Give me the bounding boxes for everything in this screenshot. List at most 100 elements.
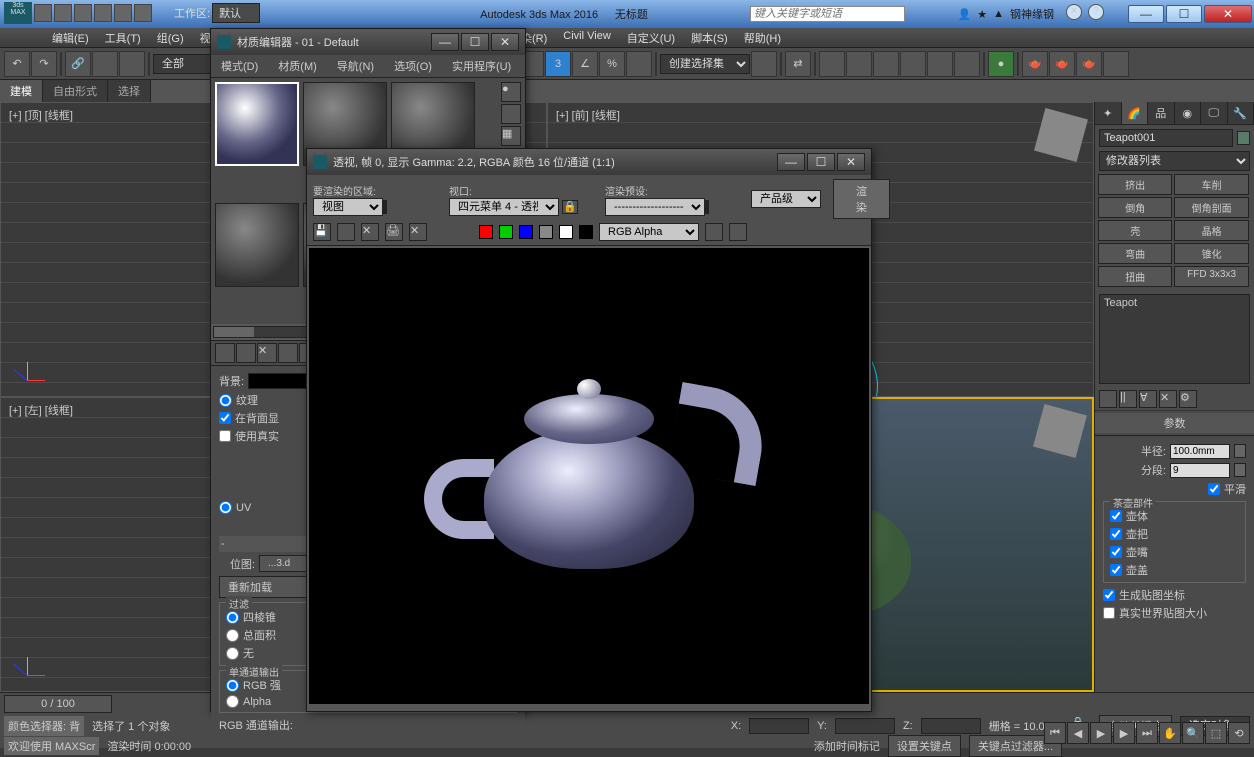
menu-custom[interactable]: 自定义(U)	[619, 28, 683, 47]
angle-snap-icon[interactable]: ∠	[572, 51, 598, 77]
ribbon-tab-freeform[interactable]: 自由形式	[43, 80, 108, 102]
backlight-icon[interactable]	[501, 104, 521, 124]
render-minimize-button[interactable]: —	[777, 153, 805, 171]
copy-image-icon[interactable]	[337, 223, 355, 241]
close-button[interactable]: ✕	[1204, 5, 1252, 23]
production-select[interactable]: 产品级	[751, 190, 821, 208]
material-editor-titlebar[interactable]: 材质编辑器 - 01 - Default — ☐ ✕	[211, 29, 525, 55]
viewport-top-label[interactable]: [+] [顶] [线框]	[1, 103, 81, 127]
background-icon[interactable]: ▦	[501, 126, 521, 146]
channel-swatch[interactable]	[579, 225, 593, 239]
ribbon-tab-modeling[interactable]: 建模	[0, 80, 43, 102]
rollout-params-header[interactable]: 参数	[1095, 413, 1254, 433]
mirror-icon[interactable]: ⇄	[785, 51, 811, 77]
menu-civil[interactable]: Civil View	[555, 28, 618, 47]
mod-twist[interactable]: 扭曲	[1098, 266, 1172, 287]
bind-spacewarp-icon[interactable]	[119, 51, 145, 77]
area-select[interactable]: 视图	[313, 198, 383, 216]
named-sel-edit-icon[interactable]	[751, 51, 777, 77]
help-search-input[interactable]	[750, 6, 905, 22]
render-setup-icon[interactable]: 🫖	[1022, 51, 1048, 77]
tab-modify-icon[interactable]: 🌈	[1122, 102, 1149, 124]
render-output-view[interactable]	[309, 248, 869, 704]
qa-open-icon[interactable]	[54, 4, 72, 22]
remove-mod-icon[interactable]: ✕	[1159, 390, 1177, 408]
render-maximize-button[interactable]: ☐	[807, 153, 835, 171]
tab-create-icon[interactable]: ✦	[1095, 102, 1122, 124]
setkey-button[interactable]: 设置关键点	[888, 735, 961, 757]
reset-map-icon[interactable]: ✕	[257, 343, 277, 363]
exchange-icon[interactable]: ✕	[1066, 4, 1082, 20]
preset-select[interactable]: -------------------------	[605, 198, 705, 216]
spinner-snap-icon[interactable]	[626, 51, 652, 77]
matmenu-options[interactable]: 选项(O)	[384, 55, 442, 77]
get-material-icon[interactable]	[215, 343, 235, 363]
icon-star[interactable]: ★	[977, 8, 987, 21]
show-result-icon[interactable]: ||	[1119, 390, 1137, 408]
menu-group[interactable]: 组(G)	[149, 28, 192, 47]
uv-radio[interactable]	[219, 501, 232, 514]
layer-explorer-icon[interactable]	[873, 51, 899, 77]
play-icon[interactable]: ▶	[1090, 722, 1112, 744]
schematic-icon[interactable]	[954, 51, 980, 77]
material-slot-1[interactable]	[215, 82, 299, 166]
prev-frame-icon[interactable]: ◀	[1067, 722, 1089, 744]
put-to-library-icon[interactable]	[278, 343, 298, 363]
toggle-overlay-icon[interactable]	[705, 223, 723, 241]
modifier-list[interactable]: 修改器列表	[1099, 151, 1250, 171]
coord-z-input[interactable]	[921, 718, 981, 734]
smooth-checkbox[interactable]	[1208, 483, 1220, 495]
realworld-check[interactable]	[1103, 607, 1115, 619]
matmenu-material[interactable]: 材质(M)	[268, 55, 327, 77]
qa-project-icon[interactable]	[134, 4, 152, 22]
filter-area-radio[interactable]	[226, 629, 239, 642]
mod-lattice[interactable]: 晶格	[1174, 220, 1248, 241]
mateditor-maximize-button[interactable]: ☐	[461, 33, 489, 51]
modifier-stack[interactable]: Teapot	[1099, 294, 1250, 384]
qa-undo-icon[interactable]	[94, 4, 112, 22]
named-selection[interactable]: 创建选择集	[660, 54, 750, 74]
undo-icon[interactable]: ↶	[4, 51, 30, 77]
lock-viewport-icon[interactable]: 🔒	[562, 200, 578, 214]
icon-user[interactable]: ▲	[993, 8, 1004, 20]
mod-taper[interactable]: 锥化	[1174, 243, 1248, 264]
mod-bevelprofile[interactable]: 倒角剖面	[1174, 197, 1248, 218]
save-image-icon[interactable]: 💾	[313, 223, 331, 241]
part-spout-check[interactable]	[1110, 546, 1122, 558]
mod-bend[interactable]: 弯曲	[1098, 243, 1172, 264]
menu-script[interactable]: 脚本(S)	[683, 28, 736, 47]
object-name-input[interactable]	[1099, 129, 1233, 147]
object-color-swatch[interactable]	[1237, 131, 1250, 145]
maximize-button[interactable]: ☐	[1166, 5, 1202, 23]
render-production-icon[interactable]: 🫖	[1076, 51, 1102, 77]
goto-start-icon[interactable]: ⏮	[1044, 722, 1066, 744]
render-frame-window[interactable]: 透视, 帧 0, 显示 Gamma: 2.2, RGBA 颜色 16 位/通道 …	[306, 148, 872, 712]
channel-red-icon[interactable]	[479, 225, 493, 239]
icon-profile[interactable]: 👤	[958, 8, 972, 21]
time-slider-button[interactable]: 0 / 100	[4, 695, 112, 713]
goto-end-icon[interactable]: ⏭	[1136, 722, 1158, 744]
part-body-check[interactable]	[1110, 510, 1122, 522]
mod-ffd[interactable]: FFD 3x3x3	[1174, 266, 1248, 287]
make-unique-icon[interactable]: ∀	[1139, 390, 1157, 408]
menu-help[interactable]: 帮助(H)	[736, 28, 789, 47]
matmenu-navigate[interactable]: 导航(N)	[327, 55, 384, 77]
matmenu-mode[interactable]: 模式(D)	[211, 55, 268, 77]
segments-spin-arrows[interactable]	[1234, 463, 1246, 477]
part-handle-check[interactable]	[1110, 528, 1122, 540]
mateditor-close-button[interactable]: ✕	[491, 33, 519, 51]
render-button[interactable]: 渲染	[833, 179, 890, 219]
next-frame-icon[interactable]: ▶	[1113, 722, 1135, 744]
render-iterative-icon[interactable]	[1103, 51, 1129, 77]
viewport-front-label[interactable]: [+] [前] [线框]	[548, 103, 628, 127]
env-shortcut-icon[interactable]	[707, 200, 709, 214]
mod-shell[interactable]: 壳	[1098, 220, 1172, 241]
viewport-left-label[interactable]: [+] [左] [线框]	[1, 398, 81, 422]
nav-pan-icon[interactable]: ✋	[1159, 722, 1181, 744]
channel-alpha-icon[interactable]	[539, 225, 553, 239]
tab-display-icon[interactable]: 🖵	[1201, 102, 1228, 124]
curve-editor-icon[interactable]	[927, 51, 953, 77]
nav-fov-icon[interactable]: ⬚	[1205, 722, 1227, 744]
mono-alpha-radio[interactable]	[226, 695, 239, 708]
tab-hierarchy-icon[interactable]: 品	[1148, 102, 1175, 124]
